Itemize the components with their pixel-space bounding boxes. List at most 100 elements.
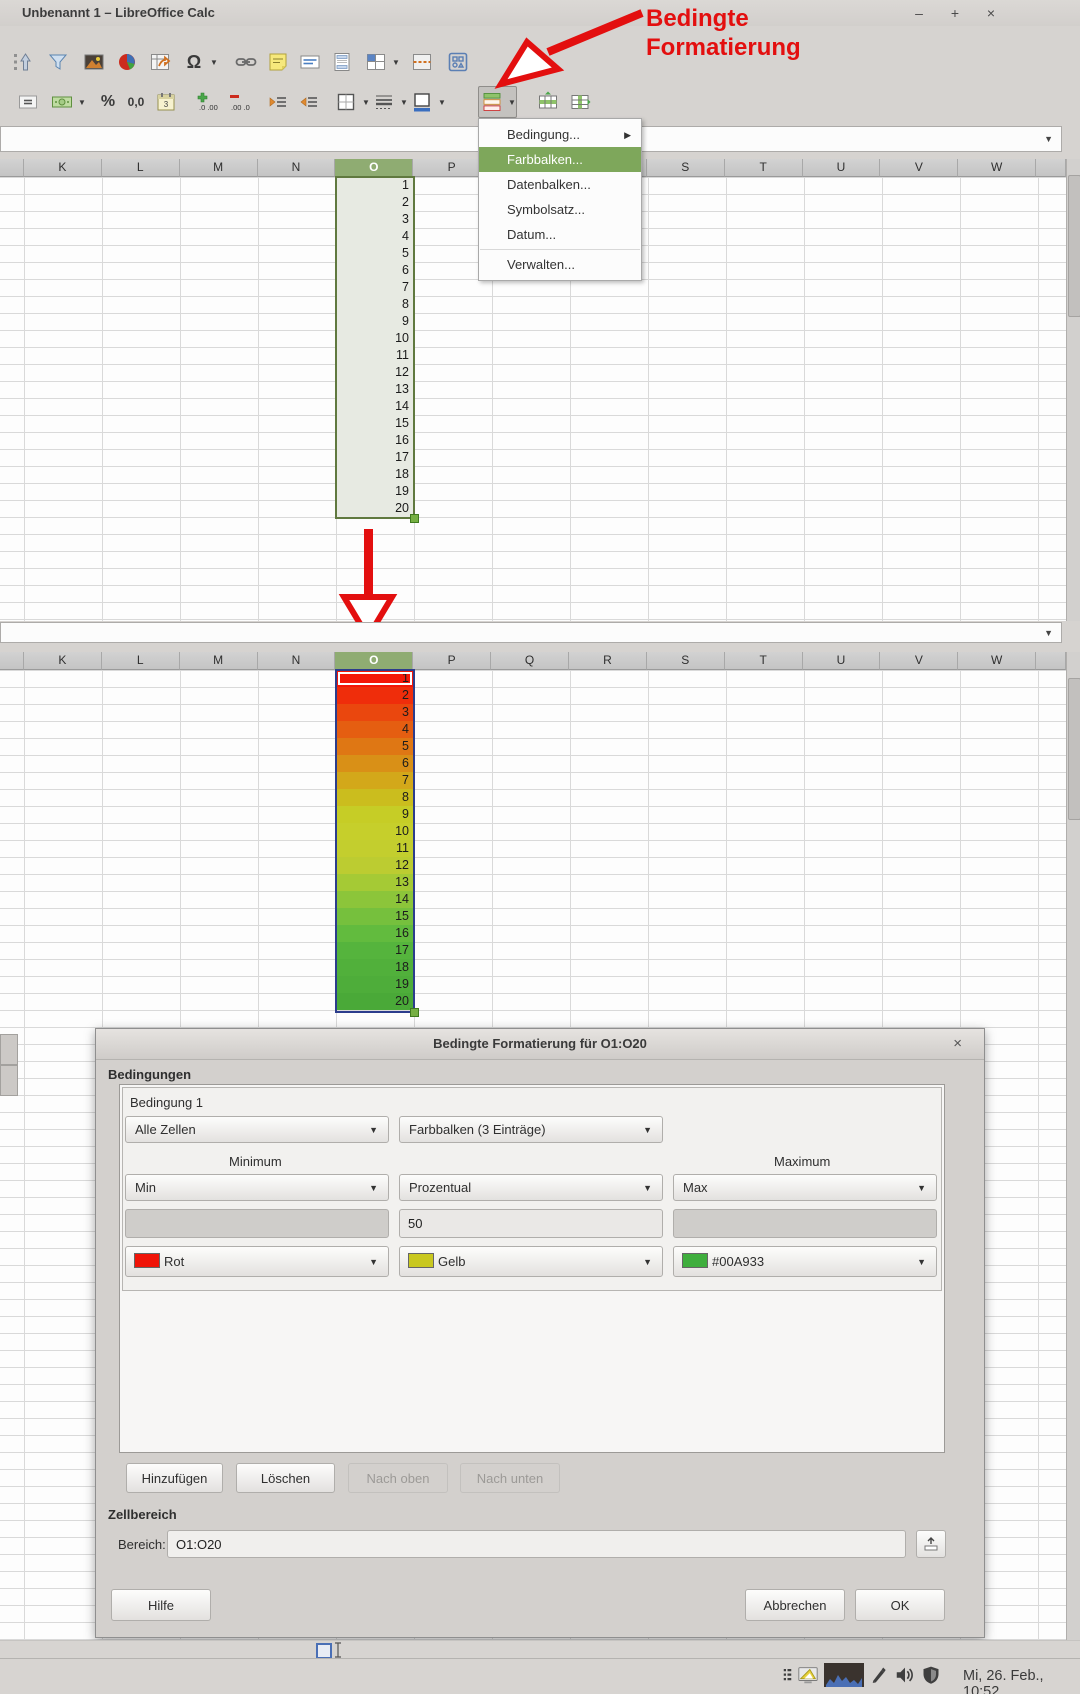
headers-footers-button[interactable]: [328, 46, 356, 78]
gallery-button[interactable]: [444, 46, 472, 78]
chevron-down-icon[interactable]: ▼: [362, 98, 370, 107]
freeze-panes-button[interactable]: ▼: [362, 46, 401, 78]
insert-pivot-table-button[interactable]: [146, 46, 174, 78]
split-window-button[interactable]: [408, 46, 436, 78]
colored-cell-O14[interactable]: 14: [336, 891, 414, 908]
column-header-P[interactable]: P: [413, 652, 491, 670]
borders-button[interactable]: ▼: [332, 86, 371, 118]
column-header-W[interactable]: W: [958, 159, 1036, 177]
colored-cell-O18[interactable]: 18: [336, 959, 414, 976]
special-character-button[interactable]: Ω▼: [180, 46, 219, 78]
column-header-V[interactable]: V: [880, 159, 958, 177]
cell-O20[interactable]: 20: [336, 500, 414, 517]
chevron-down-icon[interactable]: ▼: [392, 58, 400, 67]
cell-O12[interactable]: 12: [336, 364, 414, 381]
insert-rows-button[interactable]: [534, 86, 562, 118]
vertical-scrollbar[interactable]: [1066, 159, 1080, 621]
max-color-combo[interactable]: #00A933 ▼: [673, 1246, 937, 1277]
formula-bar-2-expand-icon[interactable]: ▼: [1044, 628, 1053, 638]
column-header-K[interactable]: K: [24, 652, 102, 670]
mid-combo[interactable]: Prozentual ▼: [399, 1174, 663, 1201]
menu-item-verwalten[interactable]: Verwalten...: [479, 252, 641, 277]
close-button[interactable]: ×: [978, 3, 1004, 23]
chevron-down-icon[interactable]: ▼: [438, 98, 446, 107]
formula-bar-2[interactable]: ▼: [0, 622, 1062, 643]
cell-O13[interactable]: 13: [336, 381, 414, 398]
insert-columns-button[interactable]: [566, 86, 594, 118]
column-header-S[interactable]: S: [647, 159, 725, 177]
cell-O16[interactable]: 16: [336, 432, 414, 449]
cell-O15[interactable]: 15: [336, 415, 414, 432]
window-list-icon[interactable]: [783, 1666, 792, 1689]
cell-O18[interactable]: 18: [336, 466, 414, 483]
add-condition-button[interactable]: Hinzufügen: [126, 1463, 223, 1493]
volume-icon[interactable]: [894, 1664, 916, 1691]
colored-cell-O15[interactable]: 15: [336, 908, 414, 925]
conditional-formatting-button[interactable]: ▼: [478, 86, 517, 118]
colored-cell-O16[interactable]: 16: [336, 925, 414, 942]
mid-value-field[interactable]: 50: [399, 1209, 663, 1238]
cancel-button[interactable]: Abbrechen: [745, 1589, 845, 1621]
insert-chart-button[interactable]: [113, 46, 141, 78]
colored-cell-O2[interactable]: 2: [336, 687, 414, 704]
colored-cell-O5[interactable]: 5: [336, 738, 414, 755]
screenshot-tool-icon[interactable]: [797, 1664, 819, 1691]
cell-O9[interactable]: 9: [336, 313, 414, 330]
ok-button[interactable]: OK: [855, 1589, 945, 1621]
mid-color-combo[interactable]: Gelb ▼: [399, 1246, 663, 1277]
date-format-button[interactable]: 3: [152, 86, 180, 118]
currency-format-button[interactable]: ▼: [48, 86, 87, 118]
border-style-button[interactable]: ▼: [370, 86, 409, 118]
type-combo[interactable]: Farbbalken (3 Einträge) ▼: [399, 1116, 663, 1143]
column-header-T[interactable]: T: [725, 652, 803, 670]
cell-O2[interactable]: 2: [336, 194, 414, 211]
screenshot-thumbnail[interactable]: [316, 1643, 332, 1659]
menu-item-datenbalken[interactable]: Datenbalken...: [479, 172, 641, 197]
cell-O3[interactable]: 3: [336, 211, 414, 228]
colored-cell-O6[interactable]: 6: [336, 755, 414, 772]
colored-cell-O20[interactable]: 20: [336, 993, 414, 1010]
delete-decimal-button[interactable]: .00 .0: [224, 86, 252, 118]
cell-O1[interactable]: 1: [336, 177, 414, 194]
cell-O14[interactable]: 14: [336, 398, 414, 415]
shrink-range-button[interactable]: [916, 1530, 946, 1558]
hyperlink-button[interactable]: [232, 46, 260, 78]
vertical-scrollbar-2[interactable]: [1066, 652, 1080, 1640]
firewall-shield-icon[interactable]: [921, 1665, 941, 1690]
cell-O11[interactable]: 11: [336, 347, 414, 364]
column-header-O[interactable]: O: [335, 652, 413, 670]
insert-image-button[interactable]: [80, 46, 108, 78]
column-header-K[interactable]: K: [24, 159, 102, 177]
column-header-Q[interactable]: Q: [491, 652, 569, 670]
colored-cell-O8[interactable]: 8: [336, 789, 414, 806]
system-monitor-icon[interactable]: [824, 1663, 864, 1692]
dialog-close-icon[interactable]: ×: [953, 1034, 962, 1054]
chevron-down-icon[interactable]: ▼: [508, 98, 516, 107]
system-panel[interactable]: Mi, 26. Feb., 10:52: [0, 1658, 1080, 1694]
cell-O5[interactable]: 5: [336, 245, 414, 262]
delete-condition-button[interactable]: Löschen: [236, 1463, 335, 1493]
selection-handle-2[interactable]: [410, 1008, 419, 1017]
chevron-down-icon[interactable]: ▼: [400, 98, 408, 107]
range-input[interactable]: O1:O20: [167, 1530, 906, 1558]
column-header-M[interactable]: M: [180, 652, 258, 670]
maximize-button[interactable]: +: [942, 3, 968, 23]
cell-O6[interactable]: 6: [336, 262, 414, 279]
column-header-N[interactable]: N: [258, 159, 336, 177]
column-header-N[interactable]: N: [258, 652, 336, 670]
dialog-titlebar[interactable]: Bedingte Formatierung für O1:O20 ×: [96, 1029, 984, 1060]
cells-combo[interactable]: Alle Zellen ▼: [125, 1116, 389, 1143]
max-combo[interactable]: Max ▼: [673, 1174, 937, 1201]
cell-O4[interactable]: 4: [336, 228, 414, 245]
colored-cell-O17[interactable]: 17: [336, 942, 414, 959]
cell-O8[interactable]: 8: [336, 296, 414, 313]
number-format-button[interactable]: 0,0: [122, 86, 150, 118]
chevron-down-icon[interactable]: ▼: [210, 58, 218, 67]
sort-ascending-button[interactable]: [8, 46, 36, 78]
formula-bar-expand-icon[interactable]: ▼: [1044, 134, 1053, 144]
minimize-button[interactable]: –: [906, 3, 932, 23]
tablet-pen-icon[interactable]: [869, 1665, 889, 1690]
column-header-L[interactable]: L: [102, 652, 180, 670]
column-header-T[interactable]: T: [725, 159, 803, 177]
window-titlebar[interactable]: Unbenannt 1 – LibreOffice Calc – + ×: [0, 0, 1080, 26]
